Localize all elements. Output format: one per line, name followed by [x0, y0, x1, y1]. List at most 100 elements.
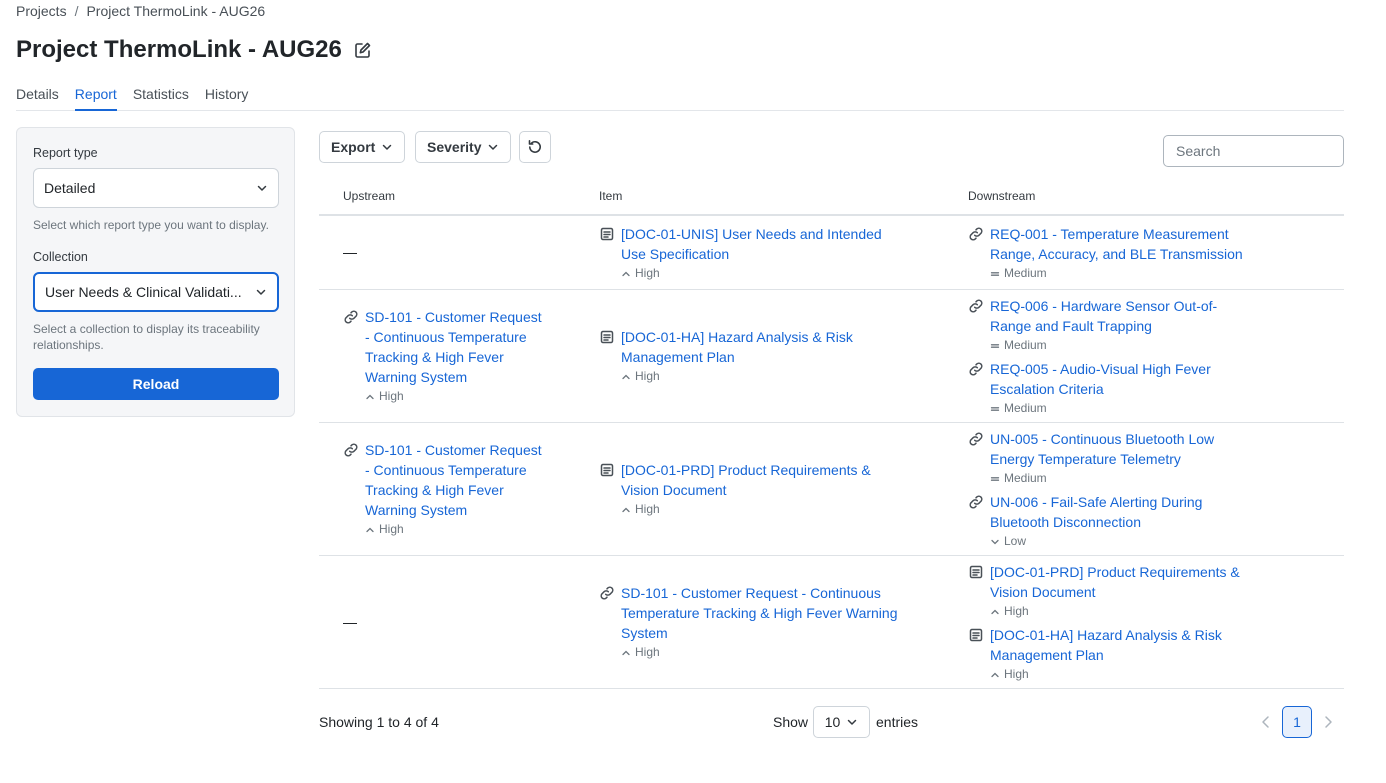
empty-cell-marker [343, 253, 357, 254]
trace-item-link[interactable]: REQ-001 - Temperature Measurement Range,… [990, 226, 1243, 262]
severity-label: High [635, 645, 660, 659]
trace-item-link[interactable]: SD-101 - Customer Request - Continuous T… [365, 309, 542, 385]
severity-label: High [635, 369, 660, 383]
trace-item-link[interactable]: [DOC-01-HA] Hazard Analysis & Risk Manag… [621, 329, 853, 365]
link-icon [968, 298, 984, 314]
link-icon [343, 309, 359, 325]
collection-help: Select a collection to display its trace… [33, 322, 260, 352]
show-label: Show [773, 714, 809, 730]
table-row: SD-101 - Customer Request - Continuous T… [319, 556, 1344, 689]
trace-item-link[interactable]: SD-101 - Customer Request - Continuous T… [621, 585, 897, 641]
item-cell: SD-101 - Customer Request - Continuous T… [599, 583, 909, 662]
trace-item-body: UN-006 - Fail-Safe Alerting During Bluet… [990, 492, 1248, 551]
column-header-item: Item [599, 189, 623, 203]
trace-item-link[interactable]: [DOC-01-PRD] Product Requirements & Visi… [990, 564, 1240, 600]
chevron-down-icon [381, 141, 393, 153]
page-title: Project ThermoLink - AUG26 [16, 36, 342, 63]
severity-high-icon [621, 372, 631, 382]
severity-indicator: Medium [990, 469, 1248, 488]
severity-indicator: High [621, 264, 909, 283]
table-row: SD-101 - Customer Request - Continuous T… [319, 423, 1344, 556]
trace-item: [DOC-01-HA] Hazard Analysis & Risk Manag… [599, 327, 909, 386]
link-icon [968, 431, 984, 447]
trace-item-link[interactable]: REQ-006 - Hardware Sensor Out-of-Range a… [990, 298, 1217, 334]
trace-item: REQ-006 - Hardware Sensor Out-of-Range a… [968, 296, 1248, 355]
trace-item-link[interactable]: [DOC-01-HA] Hazard Analysis & Risk Manag… [990, 627, 1222, 663]
severity-label: High [379, 522, 404, 536]
document-icon [968, 564, 984, 580]
next-page-icon[interactable] [1322, 714, 1334, 730]
trace-item: UN-005 - Continuous Bluetooth Low Energy… [968, 429, 1248, 488]
link-icon [343, 442, 359, 458]
tab-statistics[interactable]: Statistics [133, 86, 189, 111]
tab-report[interactable]: Report [74, 86, 117, 111]
trace-item-link[interactable]: [DOC-01-PRD] Product Requirements & Visi… [621, 462, 871, 498]
trace-item: UN-006 - Fail-Safe Alerting During Bluet… [968, 492, 1248, 551]
tab-bar: Details Report Statistics History [16, 86, 1344, 111]
tab-details[interactable]: Details [16, 86, 59, 111]
page-1-button[interactable]: 1 [1282, 706, 1312, 738]
column-header-downstream: Downstream [968, 189, 1036, 203]
trace-item: [DOC-01-PRD] Product Requirements & Visi… [599, 460, 909, 519]
trace-item-link[interactable]: REQ-005 - Audio-Visual High Fever Escala… [990, 361, 1211, 397]
trace-item: REQ-005 - Audio-Visual High Fever Escala… [968, 359, 1248, 418]
severity-high-icon [621, 648, 631, 658]
upstream-cell: SD-101 - Customer Request - Continuous T… [343, 307, 543, 406]
edit-icon[interactable] [354, 41, 372, 59]
trace-item-link[interactable]: SD-101 - Customer Request - Continuous T… [365, 442, 542, 518]
trace-item: REQ-001 - Temperature Measurement Range,… [968, 224, 1248, 283]
trace-item: [DOC-01-HA] Hazard Analysis & Risk Manag… [968, 625, 1248, 684]
trace-item-body: [DOC-01-UNIS] User Needs and Intended Us… [621, 224, 909, 283]
export-dropdown-button[interactable]: Export [319, 131, 406, 163]
traceability-table: Upstream Item Downstream [DOC-01-UNIS] U… [319, 180, 1344, 689]
report-type-label: Report type [33, 146, 98, 160]
table-row: SD-101 - Customer Request - Continuous T… [319, 290, 1344, 423]
severity-dropdown-button[interactable]: Severity [415, 131, 512, 163]
trace-item-body: UN-005 - Continuous Bluetooth Low Energy… [990, 429, 1248, 488]
link-icon [968, 361, 984, 377]
trace-item-body: SD-101 - Customer Request - Continuous T… [365, 307, 543, 406]
severity-high-icon [621, 269, 631, 279]
trace-item-body: SD-101 - Customer Request - Continuous T… [365, 440, 543, 539]
column-header-upstream: Upstream [343, 189, 396, 203]
trace-item-link[interactable]: UN-005 - Continuous Bluetooth Low Energy… [990, 431, 1214, 467]
trace-item-body: [DOC-01-PRD] Product Requirements & Visi… [621, 460, 909, 519]
page-title-row: Project ThermoLink - AUG26 [16, 36, 372, 64]
downstream-cell: UN-005 - Continuous Bluetooth Low Energy… [968, 429, 1248, 551]
document-icon [599, 462, 615, 478]
breadcrumb: Projects / Project ThermoLink - AUG26 [16, 3, 265, 19]
report-settings-panel: Report type Detailed Select which report… [16, 127, 295, 417]
trace-item: SD-101 - Customer Request - Continuous T… [343, 440, 543, 539]
report-type-select[interactable]: Detailed [33, 168, 279, 208]
severity-indicator: High [365, 387, 543, 406]
export-label: Export [331, 139, 376, 155]
page-size-select[interactable]: 10 [813, 706, 870, 738]
severity-medium-icon [990, 269, 1000, 279]
severity-indicator: Low [990, 532, 1248, 551]
trace-item-link[interactable]: UN-006 - Fail-Safe Alerting During Bluet… [990, 494, 1202, 530]
reload-button[interactable]: Reload [33, 368, 279, 400]
reset-button[interactable] [519, 131, 551, 163]
severity-indicator: Medium [990, 336, 1248, 355]
severity-label: Medium [1004, 338, 1047, 352]
table-header: Upstream Item Downstream [319, 180, 1344, 216]
trace-item-body: REQ-006 - Hardware Sensor Out-of-Range a… [990, 296, 1248, 355]
document-icon [968, 627, 984, 643]
severity-indicator: High [621, 643, 909, 662]
breadcrumb-projects-link[interactable]: Projects [16, 3, 67, 19]
page-size-value: 10 [824, 714, 841, 730]
trace-item-link[interactable]: [DOC-01-UNIS] User Needs and Intended Us… [621, 226, 882, 262]
trace-item: [DOC-01-PRD] Product Requirements & Visi… [968, 562, 1248, 621]
previous-page-icon[interactable] [1260, 714, 1272, 730]
trace-item-body: REQ-005 - Audio-Visual High Fever Escala… [990, 359, 1248, 418]
severity-high-icon [990, 670, 1000, 680]
severity-label: Medium [1004, 401, 1047, 415]
severity-label: Severity [427, 139, 482, 155]
item-cell: [DOC-01-HA] Hazard Analysis & Risk Manag… [599, 327, 909, 386]
reset-icon [527, 139, 543, 155]
tab-history[interactable]: History [205, 86, 249, 111]
search-input[interactable] [1163, 135, 1344, 167]
trace-item: SD-101 - Customer Request - Continuous T… [343, 307, 543, 406]
severity-label: Medium [1004, 471, 1047, 485]
collection-select[interactable]: User Needs & Clinical Validati... [33, 272, 279, 312]
